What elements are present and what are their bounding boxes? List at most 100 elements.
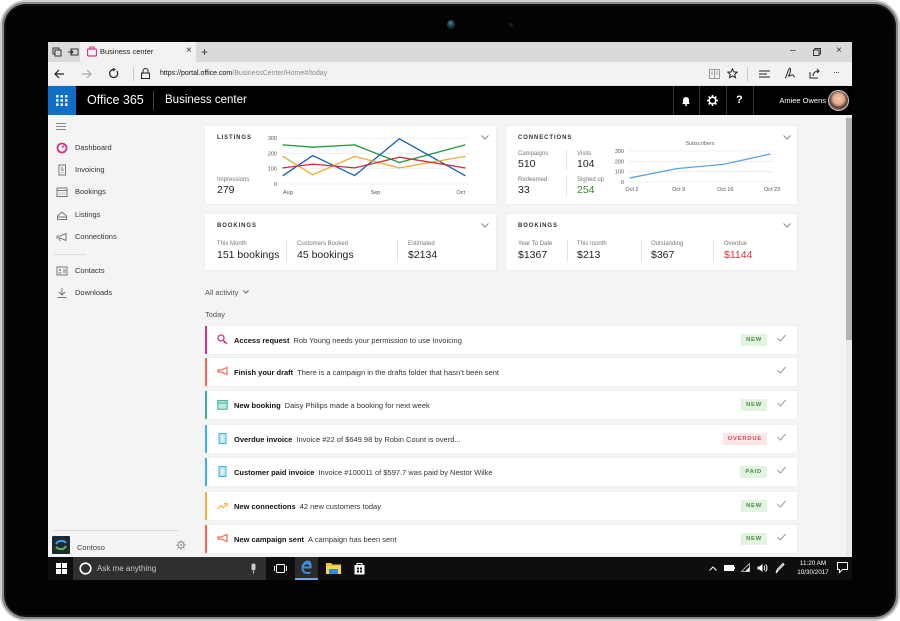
sidebar-item-label: Connections (75, 232, 117, 241)
microphone-icon[interactable] (250, 563, 257, 574)
sidebar-item-connections[interactable]: Connections (48, 227, 190, 247)
chevron-down-icon[interactable] (783, 223, 791, 229)
chart-title: Subscribers (685, 141, 714, 147)
data-point (629, 177, 631, 179)
hamburger-menu-icon[interactable] (56, 123, 66, 130)
pen-workspace-icon[interactable] (775, 562, 785, 574)
activity-row[interactable]: New booking Daisy Philips made a booking … (205, 391, 797, 419)
activity-group-heading: Today (205, 310, 226, 319)
x-tick-label: Oct 9 (672, 187, 685, 193)
browser-tab-bar: Business center × + – × (48, 42, 852, 62)
checkmark-icon[interactable] (777, 433, 786, 442)
system-clock[interactable]: 11:20 AM 10/30/2017 (796, 560, 830, 577)
header-divider (673, 86, 674, 115)
activity-row[interactable]: Access request Rob Young needs your permi… (205, 326, 797, 354)
wifi-icon[interactable] (741, 563, 750, 572)
x-tick-label: Oct 2 (625, 187, 638, 193)
checkmark-icon[interactable] (777, 466, 786, 475)
refresh-icon[interactable] (108, 68, 119, 79)
close-tab-button[interactable]: × (186, 45, 192, 56)
data-point (282, 144, 284, 146)
invoice-icon (56, 164, 68, 176)
windows-start-icon[interactable] (56, 563, 67, 574)
toolbar-divider (747, 67, 748, 81)
activity-text: Invoice #22 of $649.98 by Robin Count is… (296, 435, 461, 444)
cortana-search-box[interactable]: Ask me anything (73, 557, 266, 580)
battery-icon[interactable] (724, 565, 735, 571)
app-launcher-button[interactable] (48, 86, 76, 115)
web-note-pen-icon[interactable] (784, 67, 796, 79)
y-tick-label: 200 (268, 151, 277, 157)
new-tab-button[interactable]: + (201, 46, 208, 58)
reading-view-icon[interactable] (709, 69, 720, 79)
set-aside-tabs-icon[interactable] (68, 47, 79, 57)
sidebar-item-bookings[interactable]: Bookings (48, 182, 190, 202)
activity-row[interactable]: New connections 42 new customers today NE… (205, 492, 797, 520)
org-logo[interactable] (52, 536, 70, 554)
page-scrollbar[interactable] (846, 115, 852, 557)
checkmark-icon[interactable] (777, 334, 786, 343)
activity-row[interactable]: New campaign sent A campaign has been sen… (205, 525, 797, 553)
y-tick-label: 100 (268, 167, 277, 173)
scrollbar-thumb[interactable] (846, 118, 852, 340)
y-tick-label: 300 (268, 136, 277, 142)
sidebar-item-downloads[interactable]: Downloads (48, 283, 190, 303)
activity-title: New connections (234, 502, 296, 511)
help-button[interactable]: ? (736, 94, 743, 106)
tab-business-center[interactable]: Business center × (80, 42, 196, 62)
more-button[interactable]: ··· (833, 68, 840, 77)
back-icon[interactable] (54, 69, 65, 79)
status-badge: NEW (741, 500, 767, 512)
share-icon[interactable] (809, 68, 821, 79)
address-divider (133, 67, 134, 81)
user-avatar[interactable] (828, 90, 849, 111)
activity-row[interactable]: Overdue invoice Invoice #22 of $649.98 by… (205, 425, 797, 453)
activity-filter-dropdown[interactable]: All activity (205, 288, 250, 297)
invoice-icon (217, 433, 228, 444)
checkmark-icon[interactable] (777, 399, 786, 408)
minimize-button[interactable]: – (790, 46, 796, 56)
camera-lens (447, 20, 455, 29)
file-explorer-icon[interactable] (326, 562, 341, 575)
sidebar-item-invoicing[interactable]: Invoicing (48, 160, 190, 180)
settings-gear-icon[interactable] (707, 95, 718, 106)
notifications-bell-icon[interactable] (681, 95, 691, 106)
forward-icon[interactable] (81, 69, 92, 79)
redeemed-value: 33 (518, 184, 530, 196)
checkmark-icon[interactable] (777, 500, 786, 509)
org-settings-gear-icon[interactable] (176, 540, 186, 550)
restore-button[interactable] (813, 48, 821, 56)
org-name[interactable]: Contoso (77, 543, 105, 552)
activity-row[interactable]: Customer paid invoice Invoice #100011 of … (205, 458, 797, 486)
x-tick-label: Oct 16 (717, 187, 733, 193)
sidebar-divider (54, 530, 178, 531)
activity-row[interactable]: Finish your draft There is a campaign in … (205, 358, 797, 386)
windows-taskbar: Ask me anything 11:20 AM 10/30/2017 (48, 557, 852, 580)
show-hidden-icons-chevron-icon[interactable] (709, 566, 717, 571)
tab-manager-icon[interactable] (52, 47, 62, 57)
favorite-star-icon[interactable] (727, 68, 738, 79)
close-window-button[interactable]: × (836, 46, 842, 56)
volume-icon[interactable] (757, 563, 768, 573)
lock-icon[interactable] (141, 68, 150, 79)
taskbar-edge-button[interactable] (295, 557, 318, 580)
user-name[interactable]: Amiee Owens (760, 96, 826, 105)
checkmark-icon[interactable] (777, 533, 786, 542)
checkmark-icon[interactable] (777, 366, 786, 375)
chevron-down-icon[interactable] (481, 223, 489, 229)
data-point (354, 144, 356, 146)
contact-card-icon (56, 265, 68, 277)
app-name[interactable]: Office 365 (87, 93, 144, 107)
sidebar: Dashboard Invoicing Bookings Listings Co… (48, 115, 190, 557)
action-center-icon[interactable] (837, 562, 848, 573)
this-month-value: 151 bookings (217, 249, 280, 261)
url-field[interactable]: https://portal.office.com/BusinessCenter… (160, 70, 327, 77)
task-view-icon[interactable] (274, 564, 287, 573)
hub-icon[interactable] (759, 70, 771, 78)
sidebar-item-listings[interactable]: Listings (48, 205, 190, 225)
sidebar-item-contacts[interactable]: Contacts (48, 261, 190, 281)
download-icon (56, 287, 68, 299)
store-icon[interactable] (354, 562, 365, 575)
sidebar-item-dashboard[interactable]: Dashboard (48, 138, 190, 158)
data-point (312, 146, 314, 148)
